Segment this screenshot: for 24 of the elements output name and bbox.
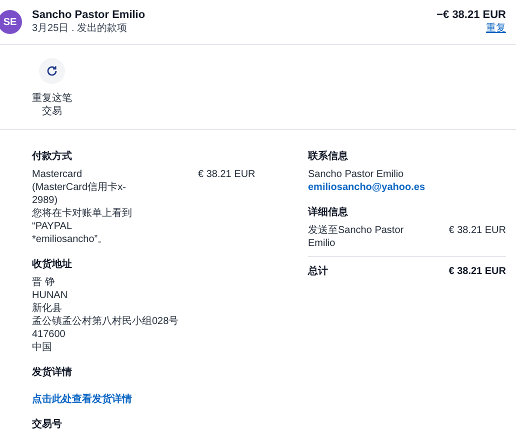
payee-name: Sancho Pastor Emilio [32, 9, 146, 22]
detail-label: 发送至Sancho Pastor Emilio [308, 224, 405, 250]
action-label: 重复这笔 交易 [32, 92, 72, 118]
contact-name: Sancho Pastor Emilio [308, 168, 405, 181]
avatar: SE [0, 10, 22, 34]
repeat-button[interactable] [39, 58, 65, 84]
section-title: 详细信息 [308, 206, 349, 219]
total-amount: € 38.21 EUR [448, 265, 506, 278]
section-title: 付款方式 [32, 150, 73, 163]
transaction-amount: −€ 38.21 EUR [436, 9, 506, 22]
total-label: 总计 [308, 265, 328, 278]
refresh-icon [46, 65, 58, 77]
email-link[interactable]: emiliosancho@yahoo.es [308, 181, 506, 194]
shipping-details-link[interactable]: 点击此处查看发货详情 [32, 393, 308, 406]
detail-amount: € 38.21 EUR [448, 224, 506, 237]
shipping-address: 晋 铮 HUNAN 新化县 孟公镇孟公村第八村民小组028号 417600 中国 [32, 276, 180, 354]
payment-amount: € 38.21 EUR [198, 168, 256, 181]
section-title: 联系信息 [308, 150, 349, 163]
section-title: 交易号 [32, 418, 63, 431]
payment-method: Mastercard (MasterCard信用卡x- 2989) 您将在卡对账单上看到 “PAYPAL *emiliosancho”。 [32, 168, 133, 246]
repeat-link[interactable]: 重复 [486, 22, 506, 35]
transaction-date: 3月25日 . 发出的款项 [32, 22, 128, 35]
section-title: 收货地址 [32, 258, 73, 271]
section-title: 发货详情 [32, 366, 73, 379]
